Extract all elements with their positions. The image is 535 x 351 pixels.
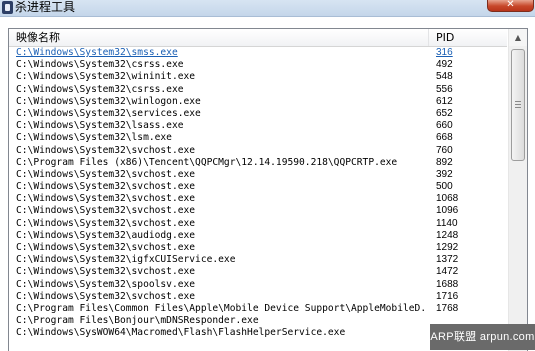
table-row[interactable]: C:\Windows\System32\wininit.exe 548 bbox=[9, 71, 507, 83]
process-pid: 1716 bbox=[436, 290, 459, 302]
process-pid: 1768 bbox=[436, 302, 459, 314]
process-pid: 892 bbox=[436, 156, 453, 168]
process-pid: 612 bbox=[436, 95, 453, 107]
close-button[interactable]: ✕ bbox=[487, 0, 534, 12]
process-image-name: C:\Windows\System32\lsm.exe bbox=[16, 132, 172, 144]
process-pid: 1096 bbox=[436, 205, 459, 217]
table-row[interactable]: C:\Windows\System32\audiodg.exe 1248 bbox=[9, 230, 507, 242]
process-list[interactable]: 映像名称 PID C:\Windows\System32\smss.exe 316… bbox=[8, 28, 528, 351]
process-image-name: C:\Windows\System32\svchost.exe bbox=[16, 217, 196, 229]
table-row[interactable]: C:\Windows\System32\svchost.exe 500 bbox=[9, 181, 507, 193]
list-header: 映像名称 PID bbox=[9, 29, 507, 47]
vertical-scrollbar[interactable]: ▲ bbox=[508, 29, 527, 351]
column-header-image-name[interactable]: 映像名称 bbox=[9, 29, 429, 46]
process-rows: C:\Windows\System32\smss.exe 316 C:\Window… bbox=[9, 47, 507, 340]
process-image-name: C:\Windows\System32\smss.exe bbox=[16, 47, 178, 58]
process-image-name: C:\Windows\System32\lsass.exe bbox=[16, 120, 184, 132]
process-image-name: C:\Windows\System32\svchost.exe bbox=[16, 193, 196, 205]
process-image-name: C:\Windows\System32\winlogon.exe bbox=[16, 95, 201, 107]
process-image-name: C:\Windows\System32\igfxCUIService.exe bbox=[16, 254, 236, 266]
table-row[interactable]: C:\Windows\System32\svchost.exe 1716 bbox=[9, 291, 507, 303]
process-image-name: C:\Windows\System32\svchost.exe bbox=[16, 290, 196, 302]
process-image-name: C:\Windows\System32\audiodg.exe bbox=[16, 229, 196, 241]
grip-line bbox=[515, 107, 521, 108]
table-row[interactable]: C:\Windows\System32\svchost.exe 1140 bbox=[9, 218, 507, 230]
process-pid: 652 bbox=[436, 107, 453, 119]
process-image-name: C:\Windows\System32\spoolsv.exe bbox=[16, 278, 196, 290]
process-pid: 760 bbox=[436, 144, 453, 156]
process-image-name: C:\Windows\System32\svchost.exe bbox=[16, 144, 196, 156]
process-pid: 1068 bbox=[436, 193, 459, 205]
process-pid: 1372 bbox=[436, 254, 459, 266]
process-pid: 1140 bbox=[436, 217, 458, 229]
table-row[interactable]: C:\Windows\System32\services.exe 652 bbox=[9, 108, 507, 120]
table-row[interactable]: C:\Windows\System32\csrss.exe 556 bbox=[9, 84, 507, 96]
process-image-name: C:\Windows\System32\svchost.exe bbox=[16, 242, 196, 253]
process-image-name: C:\Windows\System32\svchost.exe bbox=[16, 266, 196, 278]
table-row[interactable]: C:\Windows\System32\svchost.exe 1096 bbox=[9, 205, 507, 217]
process-image-name: C:\Windows\System32\svchost.exe bbox=[16, 168, 196, 180]
process-pid: 1248 bbox=[436, 229, 459, 241]
table-row[interactable]: C:\Windows\System32\igfxCUIService.exe 13… bbox=[9, 254, 507, 266]
process-pid: 548 bbox=[436, 71, 453, 83]
process-image-name: C:\Windows\System32\services.exe bbox=[16, 107, 201, 119]
table-row[interactable]: C:\Windows\System32\svchost.exe 1292 bbox=[9, 242, 507, 254]
process-pid: 492 bbox=[436, 59, 453, 71]
process-image-name: C:\Windows\System32\svchost.exe bbox=[16, 205, 196, 217]
process-pid: 392 bbox=[436, 168, 453, 180]
process-image-name: C:\Windows\SysWOW64\Macromed\Flash\Flash… bbox=[16, 327, 346, 339]
table-row[interactable]: C:\Windows\System32\lsm.exe 668 bbox=[9, 132, 507, 144]
process-image-name: C:\Program Files\Common Files\Apple\Mobi… bbox=[16, 302, 428, 314]
table-row[interactable]: C:\Windows\System32\svchost.exe 1068 bbox=[9, 193, 507, 205]
process-image-name: C:\Windows\System32\svchost.exe bbox=[16, 181, 196, 193]
table-row[interactable]: C:\Windows\System32\svchost.exe 392 bbox=[9, 169, 507, 181]
watermark: ARP联盟 arpun.com bbox=[430, 324, 535, 350]
process-image-name: C:\Windows\System32\csrss.exe bbox=[16, 59, 184, 71]
process-pid: 556 bbox=[436, 83, 453, 95]
table-row[interactable]: C:\Program Files (x86)\Tencent\QQPCMgr\1… bbox=[9, 157, 507, 169]
process-pid: 1688 bbox=[436, 278, 459, 290]
title-bar[interactable]: 杀进程工具 ✕ bbox=[0, 0, 535, 17]
process-pid: 1292 bbox=[436, 242, 459, 253]
process-pid: 316 bbox=[436, 47, 453, 58]
table-row[interactable]: C:\Windows\System32\svchost.exe 760 bbox=[9, 145, 507, 157]
process-pid: 668 bbox=[436, 132, 453, 144]
table-row[interactable]: C:\Windows\System32\svchost.exe 1472 bbox=[9, 266, 507, 278]
table-row[interactable]: C:\Windows\System32\winlogon.exe 612 bbox=[9, 96, 507, 108]
table-row[interactable]: C:\Windows\System32\csrss.exe 492 bbox=[9, 59, 507, 71]
table-row[interactable]: C:\Windows\System32\lsass.exe 660 bbox=[9, 120, 507, 132]
scroll-up-arrow-icon[interactable]: ▲ bbox=[509, 29, 527, 46]
column-header-pid[interactable]: PID bbox=[430, 29, 507, 46]
window-title: 杀进程工具 bbox=[15, 0, 76, 14]
process-pid: 500 bbox=[436, 181, 453, 193]
table-row[interactable]: C:\Windows\System32\smss.exe 316 bbox=[9, 47, 507, 59]
grip-line bbox=[515, 101, 521, 102]
table-row[interactable]: C:\Windows\System32\spoolsv.exe 1688 bbox=[9, 279, 507, 291]
close-icon: ✕ bbox=[506, 0, 515, 10]
grip-line bbox=[515, 104, 521, 105]
process-image-name: C:\Windows\System32\csrss.exe bbox=[16, 83, 184, 95]
process-pid: 1472 bbox=[436, 266, 459, 278]
scrollbar-thumb[interactable] bbox=[511, 49, 525, 161]
process-image-name: C:\Program Files (x86)\Tencent\QQPCMgr\1… bbox=[16, 156, 398, 168]
table-row[interactable]: C:\Program Files\Common Files\Apple\Mobi… bbox=[9, 303, 507, 315]
process-image-name: C:\Program Files\Bonjour\mDNSResponder.e… bbox=[16, 315, 259, 327]
app-icon bbox=[2, 1, 13, 14]
process-pid: 660 bbox=[436, 120, 453, 132]
process-image-name: C:\Windows\System32\wininit.exe bbox=[16, 71, 196, 83]
